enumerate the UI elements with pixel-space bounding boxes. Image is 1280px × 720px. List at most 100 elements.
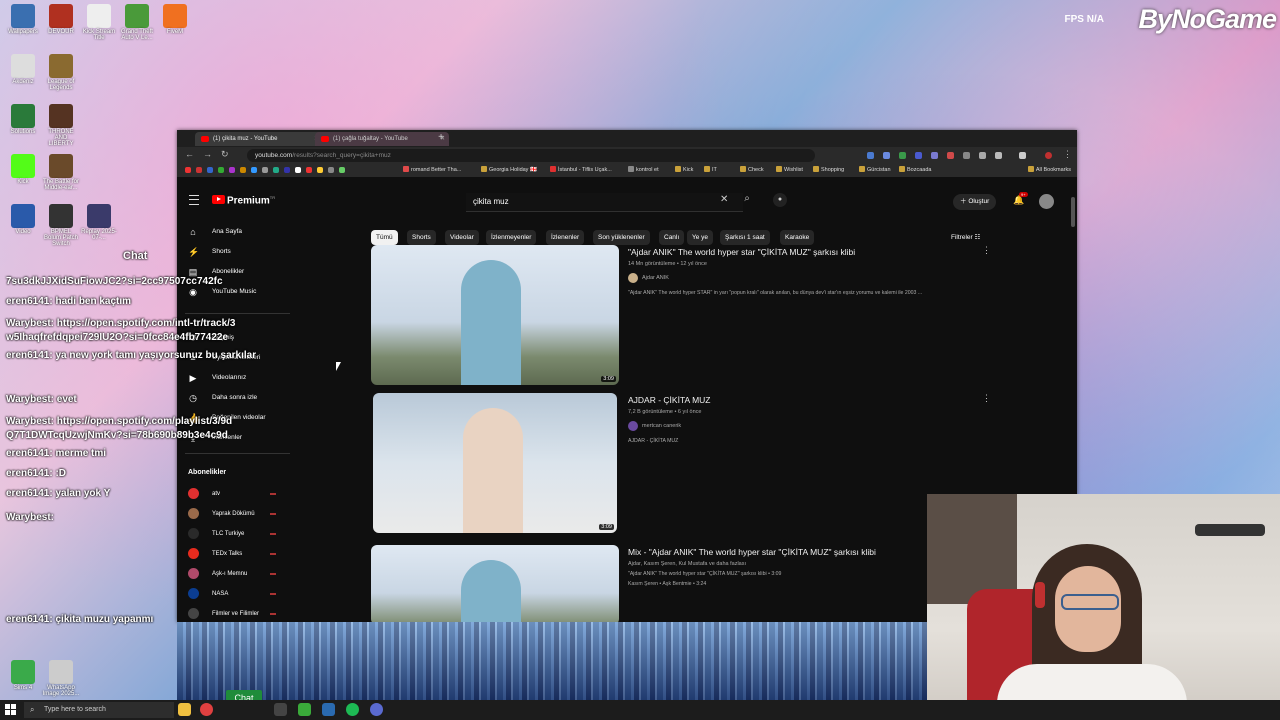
menu-hamburger-icon[interactable] (189, 195, 199, 205)
chip-filter[interactable]: İzlenenler (546, 230, 585, 245)
bookmark-item[interactable]: kontrol et (628, 166, 659, 173)
bookmark-icon[interactable] (273, 167, 279, 173)
bookmark-icon[interactable] (251, 167, 257, 173)
account-avatar[interactable] (1039, 194, 1054, 209)
bookmark-item[interactable]: İstanbul - Tiflis Uçak... (550, 166, 612, 173)
chip-filter[interactable]: Shorts (407, 230, 436, 245)
extension-icon[interactable] (883, 152, 890, 159)
extension-icon[interactable] (915, 152, 922, 159)
bookmark-icon[interactable] (218, 167, 224, 173)
bookmark-icon[interactable] (196, 167, 202, 173)
video-thumbnail[interactable] (371, 545, 619, 622)
bookmark-star-icon[interactable] (1019, 152, 1026, 159)
spotify-icon[interactable] (346, 703, 359, 716)
extension-icon[interactable] (899, 152, 906, 159)
desktop-icon[interactable]: Sims 4 (4, 660, 42, 691)
video-thumbnail[interactable]: 3:09 (373, 393, 617, 533)
chip-filter[interactable]: İzlenmeyenler (486, 230, 537, 245)
bookmark-item[interactable]: Check (740, 166, 764, 173)
extension-icon[interactable] (979, 152, 986, 159)
bookmark-item[interactable]: Gürcistan (859, 166, 891, 173)
taskbar-app-icon[interactable] (274, 703, 287, 716)
forward-icon[interactable]: → (203, 149, 212, 159)
bookmark-icon[interactable] (317, 167, 323, 173)
desktop-icon[interactable]: Kick Stream Title (80, 4, 118, 41)
extensions-puzzle-icon[interactable] (995, 152, 1002, 159)
desktop-icon[interactable]: League of Legends (42, 54, 80, 91)
chip-filter[interactable]: Canlı (659, 230, 685, 245)
desktop-icon[interactable]: Akdeniz (4, 54, 42, 85)
chip-filter[interactable]: Şarkısı 1 saat (720, 230, 770, 245)
tab-youtube-second[interactable]: (1) çağla tuğaltay - YouTube ✕ (315, 132, 449, 146)
extension-icon[interactable] (947, 152, 954, 159)
back-icon[interactable]: ← (185, 149, 194, 159)
clear-search-icon[interactable]: ✕ (720, 194, 728, 205)
filters-button[interactable]: Filtreler ☷ (951, 230, 980, 245)
desktop-icon[interactable]: Video (4, 204, 42, 235)
desktop-icon[interactable]: Grand Theft Auto V Le... (118, 4, 156, 41)
bookmark-item[interactable]: Kick (675, 166, 693, 173)
bookmark-icon[interactable] (284, 167, 290, 173)
desktop-icon[interactable]: FiveM (156, 4, 194, 35)
desktop-icon[interactable]: Wallpapers (4, 4, 42, 35)
bookmark-item[interactable]: Bozcaada (899, 166, 931, 173)
bookmark-icon[interactable] (328, 167, 334, 173)
new-tab-button[interactable]: + (435, 132, 447, 144)
bookmark-item[interactable]: IT (704, 166, 717, 173)
file-explorer-icon[interactable] (178, 703, 191, 716)
reload-icon[interactable]: ↻ (221, 149, 229, 160)
desktop-icon[interactable]: WhatsApp Image 2025... (42, 660, 80, 697)
bookmark-icon[interactable] (306, 167, 312, 173)
desktop-icon[interactable]: The Battle for Middle-ear... (42, 154, 80, 191)
youtube-premium-logo[interactable]: PremiumTR (212, 195, 275, 206)
chip-filter[interactable]: Tümü (371, 230, 398, 245)
tab-youtube-search[interactable]: (1) çikita muz - YouTube✕ (195, 132, 323, 146)
search-input[interactable]: çikita muz (466, 193, 743, 212)
channel-link[interactable]: mertcan canerik (628, 421, 681, 431)
bookmark-item[interactable]: romand Better Tha... (403, 166, 461, 173)
microphone-icon[interactable]: ● (773, 193, 787, 207)
taskbar-app-icon[interactable] (298, 703, 311, 716)
bookmark-icon[interactable] (207, 167, 213, 173)
extension-icon[interactable] (931, 152, 938, 159)
more-options-icon[interactable]: ⋮ (982, 245, 991, 256)
bookmark-icon[interactable] (262, 167, 268, 173)
chip-filter[interactable]: Ye ye (687, 230, 714, 245)
windows-start-icon[interactable] (5, 704, 16, 715)
chip-filter[interactable]: Son yüklenenler (593, 230, 650, 245)
channel-link[interactable]: Ajdar ANIK (628, 273, 669, 283)
desktop-icon[interactable]: BPMEL Bolum Patch Switch (42, 204, 80, 247)
url-field[interactable]: youtube.com/results?search_query=çikita+… (247, 149, 815, 162)
steam-icon[interactable] (322, 703, 335, 716)
profile-icon[interactable] (1045, 152, 1052, 159)
desktop-icon[interactable]: Kick (4, 154, 42, 185)
taskbar-search-input[interactable]: ⌕ Type here to search (24, 702, 174, 718)
video-title[interactable]: "Ajdar ANIK" The world hyper star "ÇİKİT… (628, 247, 855, 257)
video-title[interactable]: AJDAR - ÇİKİTA MUZ (628, 395, 711, 405)
bookmark-item[interactable]: Shopping (813, 166, 844, 173)
bookmark-icon[interactable] (240, 167, 246, 173)
bookmark-item[interactable]: Wishlist (776, 166, 803, 173)
notifications-bell-icon[interactable]: 🔔 9+ (1013, 192, 1028, 206)
bookmark-icon[interactable] (295, 167, 301, 173)
all-bookmarks-link[interactable]: All Bookmarks (1027, 166, 1071, 173)
bookmark-icon[interactable] (185, 167, 191, 173)
desktop-icon[interactable]: Solutions (4, 104, 42, 135)
extension-icon[interactable] (963, 152, 970, 159)
desktop-icon[interactable]: Replay 2025-07-... (80, 204, 118, 241)
bookmark-icon[interactable] (229, 167, 235, 173)
page-scrollbar[interactable] (1071, 197, 1075, 227)
taskbar-app-icon[interactable] (370, 703, 383, 716)
video-thumbnail[interactable]: 3:09 (371, 245, 619, 385)
more-options-icon[interactable]: ⋮ (982, 393, 991, 404)
extension-icon[interactable] (867, 152, 874, 159)
video-title[interactable]: Mix - "Ajdar ANIK" The world hyper star … (628, 547, 876, 557)
search-icon[interactable]: ⌕ (740, 193, 754, 209)
bookmark-icon[interactable] (339, 167, 345, 173)
create-button[interactable]: ＋ Oluştur (953, 194, 997, 210)
bookmark-item[interactable]: Georgia Holiday 🇬🇪 (481, 166, 537, 173)
chrome-icon[interactable] (200, 703, 213, 716)
desktop-icon[interactable]: THRONE AND LIBERTY (42, 104, 80, 147)
chip-filter[interactable]: Karaoke (780, 230, 815, 245)
menu-kebab-icon[interactable]: ⋮ (1063, 149, 1072, 160)
